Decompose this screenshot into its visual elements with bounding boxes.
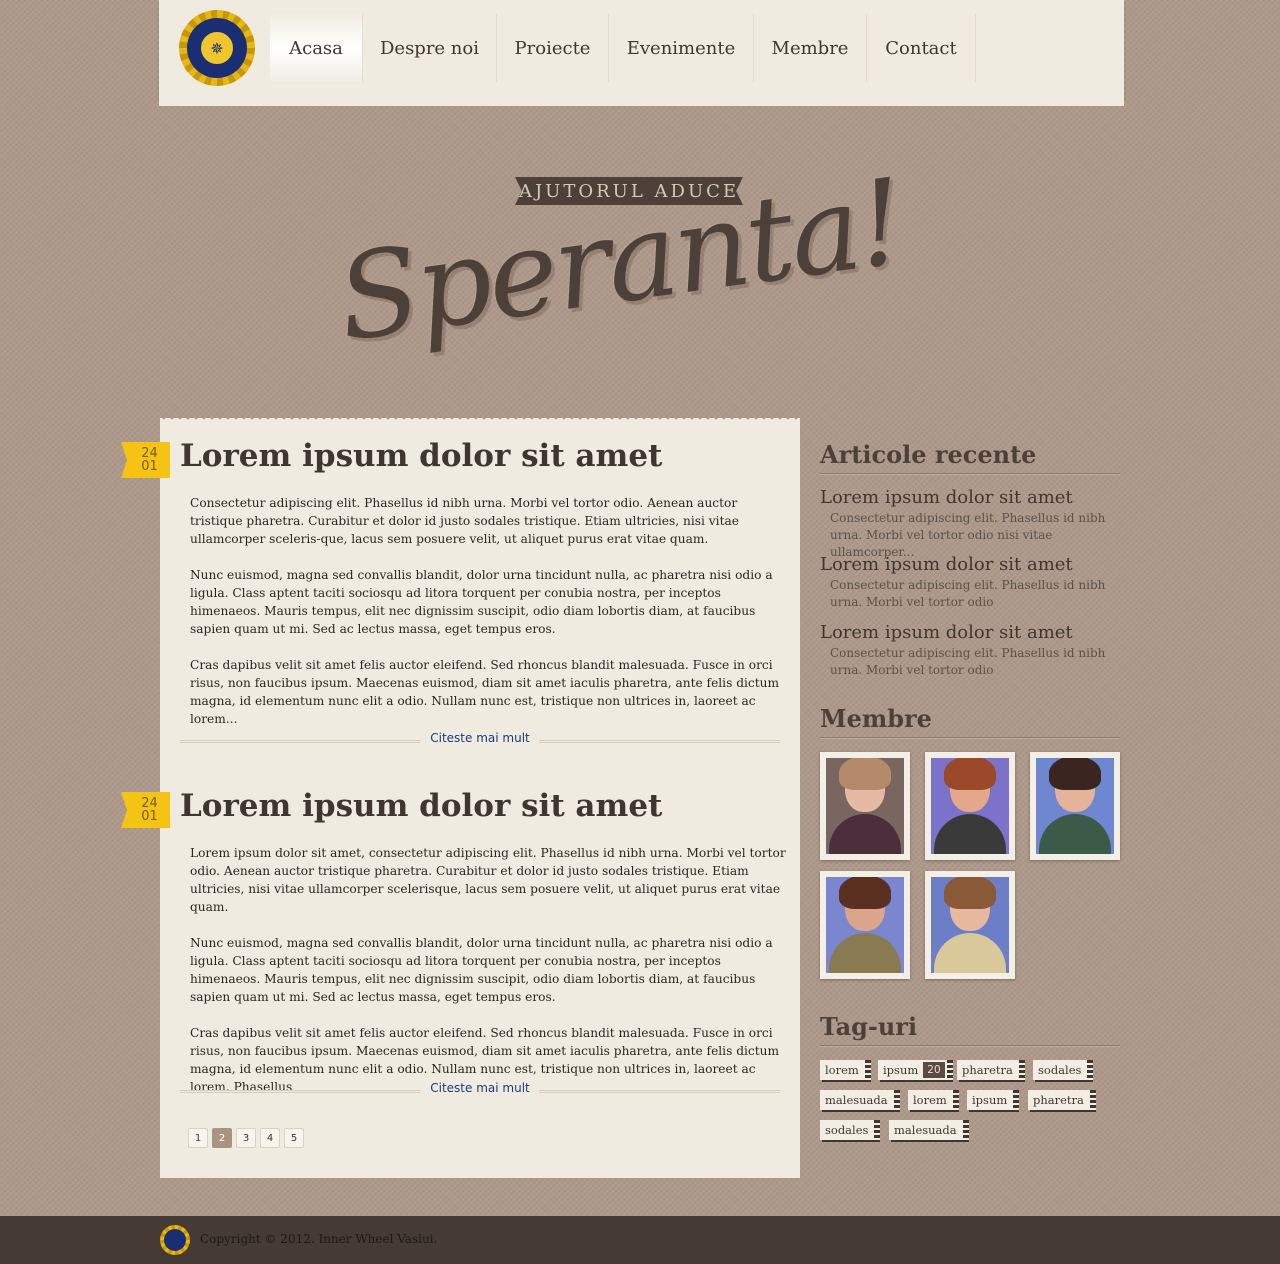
portrait-face	[839, 758, 891, 812]
member-photo[interactable]	[820, 752, 910, 860]
portrait-hair	[839, 758, 891, 790]
nav-item-membre[interactable]: Membre	[754, 14, 867, 82]
recent-article[interactable]: Lorem ipsum dolor sit amet Consectetur a…	[820, 622, 1125, 679]
logo-ring: ✵	[187, 18, 247, 78]
portrait-face	[839, 877, 891, 931]
tag-link[interactable]: pharetra	[957, 1060, 1025, 1080]
nav-item-evenimente[interactable]: Evenimente	[609, 14, 754, 82]
hero-banner: Speranta! AJUTORUL ADUCE	[330, 135, 940, 368]
portrait-hair	[1049, 758, 1101, 790]
recent-article-excerpt: Consectetur adipiscing elit. Phasellus i…	[830, 646, 1106, 677]
member-portrait	[826, 758, 904, 854]
footer-logo-icon	[160, 1225, 190, 1255]
tag-label: lorem	[825, 1063, 859, 1077]
portrait-hair	[944, 877, 996, 909]
read-more-link[interactable]: Citeste mai mult	[420, 1081, 540, 1095]
tag-label: sodales	[1038, 1063, 1082, 1077]
nav-item-contact[interactable]: Contact	[867, 14, 976, 82]
tag-label: malesuada	[825, 1093, 888, 1107]
tag-link[interactable]: lorem	[908, 1090, 959, 1110]
post-paragraph: Nunc euismod, magna sed convallis blandi…	[190, 936, 773, 1004]
tag-link[interactable]: ipsum 20	[878, 1060, 953, 1080]
tag-count-badge: 20	[923, 1062, 945, 1078]
page-button-5[interactable]: 5	[284, 1128, 304, 1148]
post-paragraph: Cras dapibus velit sit amet felis auctor…	[190, 658, 780, 726]
read-more-divider: Citeste mai mult	[180, 731, 780, 751]
page-button-2[interactable]: 2	[212, 1128, 232, 1148]
member-portrait	[826, 877, 904, 973]
recent-article-title[interactable]: Lorem ipsum dolor sit amet	[820, 622, 1125, 643]
tag-link[interactable]: sodales	[820, 1120, 881, 1140]
recent-article[interactable]: Lorem ipsum dolor sit amet Consectetur a…	[820, 487, 1125, 561]
hero-script-title: Speranta!	[329, 152, 911, 368]
page-button-3[interactable]: 3	[236, 1128, 256, 1148]
post-date-month: 01	[141, 809, 158, 824]
tag-label: ipsum	[972, 1093, 1008, 1107]
portrait-shoulders	[934, 814, 1006, 854]
nav-item-proiecte[interactable]: Proiecte	[497, 14, 609, 82]
member-portrait	[931, 758, 1009, 854]
member-portrait	[1036, 758, 1114, 854]
tag-label: ipsum	[883, 1063, 919, 1077]
tags-heading: Tag-uri	[820, 1012, 1120, 1046]
tag-link[interactable]: ipsum	[967, 1090, 1020, 1110]
tag-link[interactable]: sodales	[1033, 1060, 1094, 1080]
wheel-icon: ✵	[198, 29, 236, 67]
tag-link[interactable]: pharetra	[1028, 1090, 1096, 1110]
recent-articles-heading: Articole recente	[820, 440, 1120, 474]
page-button-4[interactable]: 4	[260, 1128, 280, 1148]
main-content: 24 01 Lorem ipsum dolor sit amet Consect…	[121, 418, 800, 1178]
post-body: Consectetur adipiscing elit. Phasellus i…	[190, 494, 790, 746]
recent-article-title[interactable]: Lorem ipsum dolor sit amet	[820, 487, 1125, 508]
nav-item-despre-noi[interactable]: Despre noi	[363, 14, 497, 82]
post-paragraph: Lorem ipsum dolor sit amet, consectetur …	[190, 846, 786, 914]
nav-item-acasa[interactable]: Acasa	[270, 14, 363, 82]
recent-article-excerpt: Consectetur adipiscing elit. Phasellus i…	[830, 578, 1106, 609]
recent-article-title[interactable]: Lorem ipsum dolor sit amet	[820, 554, 1125, 575]
main-nav: Acasa Despre noi Proiecte Evenimente Mem…	[270, 14, 976, 82]
pagination: 1 2 3 4 5	[188, 1128, 304, 1148]
member-portrait	[931, 877, 1009, 973]
site-header: ✵ Acasa Despre noi Proiecte Evenimente M…	[159, 0, 1124, 106]
post-paragraph: Nunc euismod, magna sed convallis blandi…	[190, 568, 773, 636]
member-photo[interactable]	[820, 871, 910, 979]
members-heading: Membre	[820, 704, 1120, 738]
read-more-link[interactable]: Citeste mai mult	[420, 731, 540, 745]
tag-label: pharetra	[962, 1063, 1013, 1077]
tag-label: sodales	[825, 1123, 869, 1137]
tag-label: lorem	[913, 1093, 947, 1107]
post-date-flag: 24 01	[121, 792, 170, 828]
sidebar: Articole recente Lorem ipsum dolor sit a…	[820, 440, 1120, 1140]
post-title[interactable]: Lorem ipsum dolor sit amet	[180, 438, 662, 474]
post-body: Lorem ipsum dolor sit amet, consectetur …	[190, 844, 790, 1114]
member-photo[interactable]	[1030, 752, 1120, 860]
post-date-month: 01	[141, 459, 158, 474]
member-photo[interactable]	[925, 752, 1015, 860]
page-button-1[interactable]: 1	[188, 1128, 208, 1148]
tag-link[interactable]: malesuada	[820, 1090, 900, 1110]
tag-link[interactable]: malesuada	[889, 1120, 969, 1140]
read-more-divider: Citeste mai mult	[180, 1081, 780, 1101]
site-footer: Copyright © 2012. Inner Wheel Vaslui.	[0, 1216, 1280, 1264]
portrait-face	[944, 758, 996, 812]
post-paragraph: Consectetur adipiscing elit. Phasellus i…	[190, 496, 739, 546]
portrait-shoulders	[934, 933, 1006, 973]
portrait-hair	[944, 758, 996, 790]
portrait-hair	[839, 877, 891, 909]
tag-label: pharetra	[1033, 1093, 1084, 1107]
hero-ribbon: AJUTORUL ADUCE	[515, 177, 743, 205]
member-photo[interactable]	[925, 871, 1015, 979]
portrait-shoulders	[829, 814, 901, 854]
tag-label: malesuada	[894, 1123, 957, 1137]
inner-wheel-logo[interactable]: ✵	[179, 10, 255, 86]
post-title[interactable]: Lorem ipsum dolor sit amet	[180, 788, 662, 824]
portrait-shoulders	[829, 933, 901, 973]
portrait-shoulders	[1039, 814, 1111, 854]
portrait-face	[944, 877, 996, 931]
tag-link[interactable]: lorem	[820, 1060, 871, 1080]
recent-article[interactable]: Lorem ipsum dolor sit amet Consectetur a…	[820, 554, 1125, 611]
portrait-face	[1049, 758, 1101, 812]
footer-copyright: Copyright © 2012. Inner Wheel Vaslui.	[200, 1232, 438, 1246]
post-date-flag: 24 01	[121, 442, 170, 478]
